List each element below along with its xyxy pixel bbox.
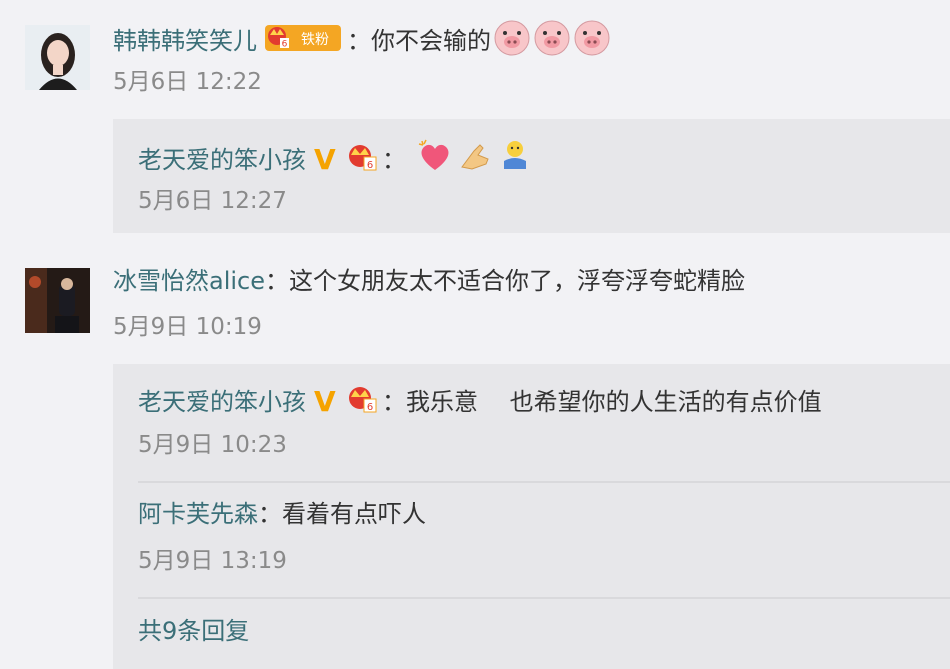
comment-text: 这个女朋友太不适合你了，浮夸浮夸蛇精脸	[289, 267, 746, 295]
username-link[interactable]: 韩韩韩笑笑儿	[113, 25, 257, 57]
reply-time: 5月9日 10:23	[138, 432, 287, 458]
username-link[interactable]: 老天爱的笨小孩	[138, 144, 306, 176]
username-link[interactable]: 阿卡芙先森	[138, 498, 258, 530]
username-link[interactable]: 老天爱的笨小孩	[138, 386, 306, 418]
pig-face-icon	[533, 18, 571, 64]
colon: ：	[382, 388, 406, 416]
comment-item: 冰雪怡然alice ： 这个女朋友太不适合你了，浮夸浮夸蛇精脸 5月9日 10:…	[0, 248, 950, 669]
reply-box: 老天爱的笨小孩 V 6 ： 我乐意 也希望你的人生活的有点价值 5月9日 10:…	[113, 364, 950, 669]
username-link[interactable]: 冰雪怡然alice	[113, 265, 265, 297]
sparkling-heart-icon	[416, 137, 454, 183]
pig-face-icon	[573, 18, 611, 64]
comment-time: 5月9日 10:19	[113, 314, 262, 340]
colon: ：	[382, 146, 406, 174]
reply-line: 老天爱的笨小孩 V 6 ：	[138, 137, 534, 183]
reply-time: 5月6日 12:27	[138, 188, 287, 214]
colon: ：	[258, 500, 282, 528]
comment-item: 韩韩韩笑笑儿 6 铁粉 ： 你不会输的 5月6日 12:22 老天爱的笨小孩 V…	[0, 0, 950, 233]
comment-time: 5月6日 12:22	[113, 69, 262, 95]
badge-level: 6	[367, 160, 373, 171]
fan-level-icon[interactable]: 6	[346, 382, 382, 422]
comment-text: 你不会输的	[371, 27, 491, 55]
reply-box: 老天爱的笨小孩 V 6 ： 5月6日 12:27	[113, 119, 950, 233]
more-replies-link[interactable]: 共9条回复	[138, 615, 249, 647]
divider	[138, 597, 950, 599]
hugging-person-icon	[496, 137, 534, 183]
comment-line: 冰雪怡然alice ： 这个女朋友太不适合你了，浮夸浮夸蛇精脸	[113, 265, 745, 297]
divider	[138, 481, 950, 483]
reply-line: 老天爱的笨小孩 V 6 ： 我乐意 也希望你的人生活的有点价值	[138, 382, 822, 422]
verified-v-icon: V	[314, 143, 336, 176]
fan-level-icon[interactable]: 6	[346, 140, 382, 180]
avatar[interactable]	[25, 25, 90, 90]
comment-line: 韩韩韩笑笑儿 6 铁粉 ： 你不会输的	[113, 18, 611, 64]
reply-text: 我乐意 也希望你的人生活的有点价值	[406, 388, 822, 416]
pig-face-icon	[493, 18, 531, 64]
fan-badge-label: 铁粉	[301, 32, 329, 48]
colon: ：	[265, 267, 290, 295]
badge-level: 6	[282, 40, 288, 50]
fan-badge[interactable]: 6 铁粉	[265, 21, 343, 61]
avatar[interactable]	[25, 268, 90, 333]
reply-line: 阿卡芙先森 ： 看着有点吓人	[138, 498, 426, 530]
pinching-hand-icon	[456, 137, 494, 183]
colon: ：	[347, 27, 371, 55]
reply-text: 看着有点吓人	[282, 500, 426, 528]
badge-level: 6	[367, 402, 373, 413]
reply-time: 5月9日 13:19	[138, 548, 287, 574]
verified-v-icon: V	[314, 385, 336, 418]
